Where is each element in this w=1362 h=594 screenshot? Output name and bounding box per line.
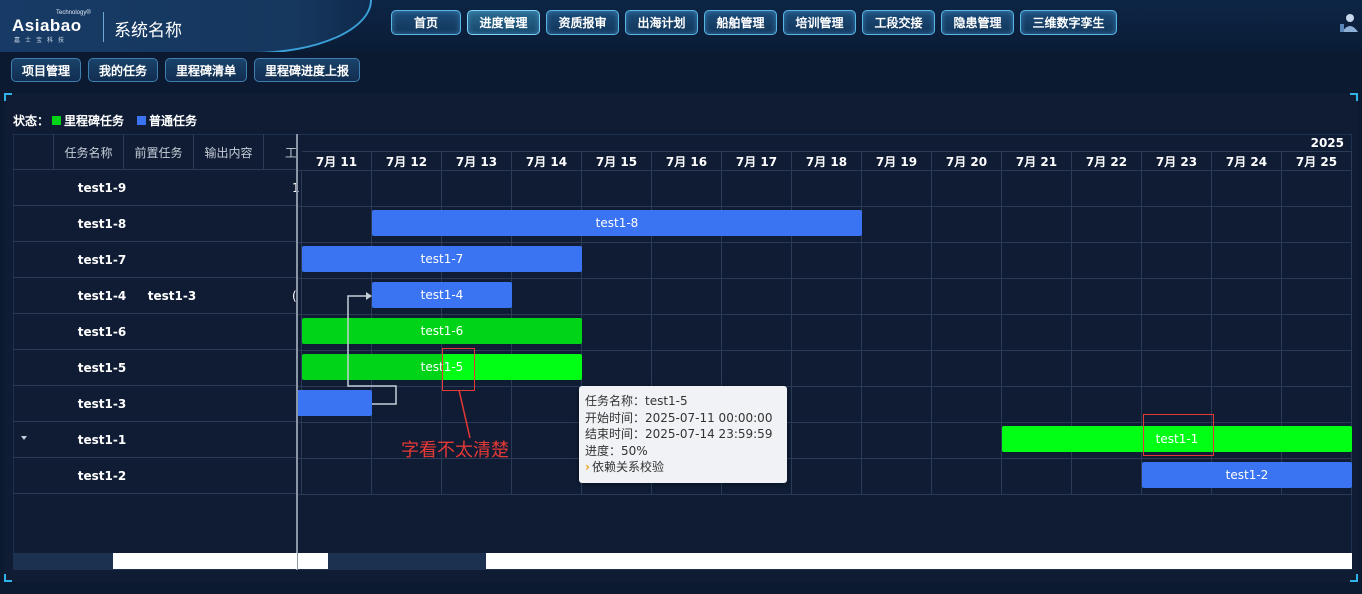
chevron-right-icon: ›: [585, 460, 590, 474]
predecessor-cell: [137, 314, 207, 350]
nav-qualification[interactable]: 资质报审: [546, 10, 619, 35]
task-table-header: 任务名称 前置任务 输出内容 工: [13, 134, 297, 170]
legend-title: 状态：: [13, 114, 50, 128]
status-legend: 状态： 里程碑任务 普通任务: [13, 112, 207, 129]
task-name-cell: test1-4: [77, 289, 127, 303]
task-name-cell: test1-3: [77, 397, 127, 411]
column-header-more[interactable]: 工: [264, 134, 297, 170]
task-name-cell: test1-1: [77, 433, 127, 447]
nav-training[interactable]: 培训管理: [783, 10, 856, 35]
task-name-cell: test1-9: [77, 181, 127, 195]
table-row[interactable]: test1-91: [13, 170, 300, 206]
tooltip-task-name: 任务名称：test1-5: [585, 394, 688, 408]
legend-swatch-normal: [137, 116, 147, 125]
tooltip-check-label: 依赖关系校验: [591, 460, 664, 474]
table-row[interactable]: test1-2: [13, 458, 297, 494]
predecessor-cell: [137, 422, 207, 458]
column-header-predecessor[interactable]: 前置任务: [124, 134, 194, 170]
column-header-name[interactable]: 任务名称: [54, 134, 124, 170]
task-name-cell: test1-7: [77, 253, 127, 267]
annotation-pointer: [458, 389, 471, 439]
nav-digital-twin[interactable]: 三维数字孪生: [1020, 10, 1117, 35]
table-row[interactable]: test1-4 test1-3(: [13, 278, 297, 314]
gantt-bar[interactable]: test1-2: [1142, 462, 1352, 488]
table-row[interactable]: test1-5: [13, 350, 297, 386]
expand-toggle-icon[interactable]: [21, 436, 27, 440]
sub-nav: 项目管理 我的任务 里程碑清单 里程碑进度上报: [11, 58, 361, 82]
grid-row-line: [298, 494, 1352, 495]
chart-scrollbar-thumb[interactable]: [328, 553, 486, 569]
corner-decoration: [1350, 574, 1358, 582]
annotation-text: 字看不太清楚: [401, 440, 509, 461]
logo-text: Asiabao: [12, 16, 82, 35]
nav-progress[interactable]: 进度管理: [467, 10, 540, 35]
system-name: 系统名称: [114, 21, 182, 41]
tooltip-end-time: 结束时间：2025-07-14 23:59:59: [585, 427, 773, 441]
table-row[interactable]: test1-8: [13, 206, 297, 242]
nav-home[interactable]: 首页: [391, 10, 461, 35]
table-row[interactable]: test1-6: [13, 314, 297, 350]
corner-decoration: [1350, 93, 1358, 101]
column-header-output[interactable]: 输出内容: [194, 134, 264, 170]
predecessor-cell: [137, 386, 207, 422]
legend-label: 里程碑任务: [64, 114, 125, 128]
main-nav: 首页 进度管理 资质报审 出海计划 船舶管理 培训管理 工段交接 隐患管理 三维…: [391, 10, 1117, 35]
predecessor-cell: [137, 170, 207, 206]
predecessor-cell: [137, 242, 207, 278]
predecessor-cell: test1-3: [147, 289, 197, 303]
predecessor-cell: [137, 350, 207, 386]
table-row[interactable]: test1-1: [13, 422, 297, 458]
company-logo[interactable]: Technology® Asiabao 嘉士宝科技: [12, 10, 94, 44]
subnav-milestone-report[interactable]: 里程碑进度上报: [254, 58, 361, 82]
subnav-milestone-list[interactable]: 里程碑清单: [165, 58, 248, 82]
task-name-cell: test1-5: [77, 361, 127, 375]
nav-handover[interactable]: 工段交接: [862, 10, 935, 35]
annotation-box-test1-1: [1143, 414, 1214, 456]
subnav-project[interactable]: 项目管理: [11, 58, 82, 82]
table-scrollbar-thumb[interactable]: [13, 553, 113, 569]
task-name-cell: test1-6: [77, 325, 127, 339]
nav-ship[interactable]: 船舶管理: [704, 10, 777, 35]
task-name-cell: test1-2: [77, 469, 127, 483]
table-row[interactable]: test1-3: [13, 386, 297, 422]
header-blank: [13, 134, 54, 170]
subnav-my-tasks[interactable]: 我的任务: [88, 58, 159, 82]
nav-sea-plan[interactable]: 出海计划: [625, 10, 698, 35]
tooltip-progress: 进度：50%: [585, 443, 648, 458]
corner-decoration: [4, 93, 12, 101]
annotation-box-test1-5: [442, 348, 475, 391]
predecessor-cell: [137, 206, 207, 242]
nav-hazard[interactable]: 隐患管理: [941, 10, 1014, 35]
task-tooltip: 任务名称：test1-5 开始时间：2025-07-11 00:00:00 结束…: [579, 386, 787, 483]
task-name-cell: test1-8: [77, 217, 127, 231]
user-icon[interactable]: [1338, 12, 1358, 34]
predecessor-cell: [137, 458, 207, 494]
tooltip-start-time: 开始时间：2025-07-11 00:00:00: [585, 410, 773, 425]
corner-decoration: [4, 574, 12, 582]
brand-divider: [103, 12, 104, 42]
tooltip-dependency-check[interactable]: › 依赖关系校验: [585, 459, 781, 476]
legend-milestone: 里程碑任务: [49, 112, 124, 129]
legend-label: 普通任务: [149, 114, 198, 128]
legend-normal: 普通任务: [134, 112, 197, 129]
table-row[interactable]: test1-7: [13, 242, 297, 278]
logo-subtext: 嘉士宝科技: [14, 37, 70, 44]
legend-swatch-milestone: [52, 116, 62, 125]
